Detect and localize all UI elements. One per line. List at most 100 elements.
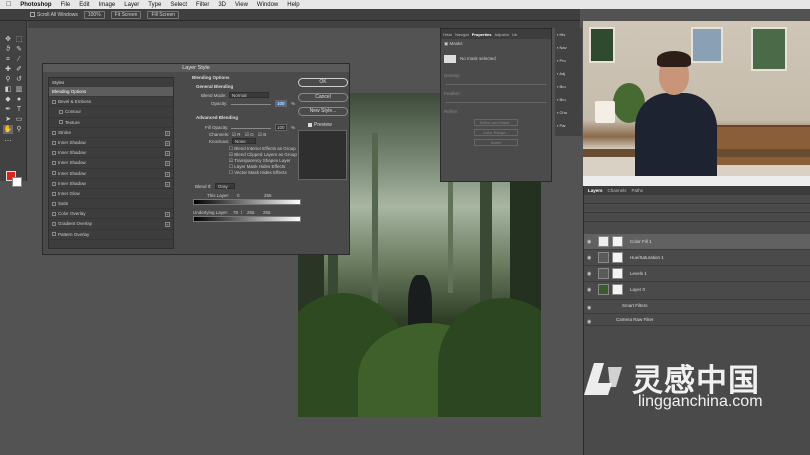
checkbox-icon[interactable] (52, 222, 56, 227)
checkbox-icon[interactable] (59, 120, 63, 125)
apple-icon[interactable]:  (6, 1, 11, 8)
option-vector-mask-hides[interactable]: ☐ Vector Mask Hides Effects (229, 170, 287, 176)
panel-shortcut-7[interactable]: ▪ Par (555, 119, 582, 132)
add-style-icon[interactable]: + (165, 181, 170, 187)
layer-name[interactable]: Layer 0 (630, 287, 645, 292)
checkbox-icon[interactable] (52, 212, 56, 217)
opacity-value-field[interactable]: 100 (275, 100, 287, 107)
color-range-button[interactable]: Color Range... (474, 129, 518, 136)
tab-layers[interactable]: Layers (588, 188, 603, 193)
layer-name[interactable]: Smart Filters (622, 303, 648, 308)
style-item-inner-shadow[interactable]: Inner Shadow + (49, 169, 173, 179)
layer-mask-thumbnail[interactable] (612, 252, 623, 263)
tab-channels[interactable]: Channels (608, 188, 627, 193)
checkbox-icon[interactable] (52, 161, 56, 166)
menu-view[interactable]: View (235, 2, 248, 8)
fill-opacity-value-field[interactable]: 100 (275, 124, 287, 131)
add-style-icon[interactable]: + (165, 222, 170, 228)
add-style-icon[interactable]: + (165, 161, 170, 167)
knockout-select[interactable]: None (232, 138, 256, 144)
fill-screen-button[interactable]: Fill Screen (147, 10, 180, 19)
tab-paths[interactable]: Paths (632, 188, 644, 193)
scroll-all-checkbox[interactable]: Scroll All Windows (30, 12, 78, 18)
panel-shortcut-3[interactable]: ▪ Adj (555, 67, 582, 80)
menu-select[interactable]: Select (170, 2, 187, 8)
tab-navigat[interactable]: Navigat (455, 32, 469, 37)
tab-properties[interactable]: Properties (472, 32, 492, 37)
marquee-tool-icon[interactable]: ⬚ (14, 35, 24, 44)
channel-b-checkbox[interactable]: ☑ B (258, 132, 266, 138)
menu-3d[interactable]: 3D (218, 2, 226, 8)
style-item-blending-options[interactable]: Blending Options (49, 87, 173, 98)
layer-mask-thumbnail[interactable] (612, 236, 623, 247)
new-style-button[interactable]: New Style... (298, 107, 348, 116)
tab-histo[interactable]: Histo (443, 32, 452, 37)
path-select-tool-icon[interactable]: ➤ (3, 115, 13, 124)
style-item-inner-glow[interactable]: Inner Glow (49, 189, 173, 200)
layer-filter-bar[interactable] (584, 195, 810, 204)
layer-row[interactable]: ◉ Levels 1 (584, 266, 810, 282)
panel-shortcut-6[interactable]: ▪ Cha (555, 106, 582, 119)
menu-filter[interactable]: Filter (196, 2, 209, 8)
feather-slider[interactable] (445, 102, 547, 103)
shape-tool-icon[interactable]: ▭ (14, 115, 24, 124)
checkbox-icon[interactable] (52, 150, 56, 155)
checkbox-icon[interactable] (52, 232, 56, 237)
panel-shortcut-5[interactable]: ▪ Bru (555, 93, 582, 106)
menu-window[interactable]: Window (257, 2, 278, 8)
menu-type[interactable]: Type (148, 2, 161, 8)
visibility-eye-icon[interactable]: ◉ (587, 305, 591, 311)
clone-stamp-tool-icon[interactable]: ⚲ (3, 75, 13, 84)
pen-tool-icon[interactable]: ✒ (3, 105, 13, 114)
checkbox-icon[interactable] (52, 140, 56, 145)
background-color-swatch[interactable] (12, 177, 22, 187)
eyedropper-tool-icon[interactable]: ⁄ (14, 55, 24, 64)
this-layer-gradient-slider[interactable] (193, 199, 301, 205)
layer-name[interactable]: Hue/Saturation 1 (630, 255, 664, 260)
document-tab-strip[interactable] (28, 21, 580, 28)
more-tools-icon[interactable]: ⋯ (3, 137, 13, 146)
preview-checkbox[interactable]: Preview (308, 122, 332, 128)
fill-opacity-slider[interactable] (231, 128, 271, 129)
layer-row[interactable]: ◉ Color Fill 1 (584, 234, 810, 250)
tab-lib[interactable]: Lib (512, 32, 517, 37)
lock-fill-bar[interactable] (584, 213, 810, 222)
tab-adjustm[interactable]: Adjustm (494, 32, 508, 37)
add-style-icon[interactable]: + (165, 212, 170, 218)
layer-name[interactable]: Levels 1 (630, 271, 647, 276)
move-tool-icon[interactable]: ✥ (3, 35, 13, 44)
checkbox-icon[interactable] (52, 191, 56, 196)
style-item-satin[interactable]: Satin (49, 199, 173, 210)
fit-screen-button[interactable]: Fit Screen (110, 10, 142, 19)
add-style-icon[interactable]: + (165, 171, 170, 177)
style-item-texture[interactable]: Texture (49, 118, 173, 128)
blend-mode-select[interactable]: Normal (229, 92, 269, 98)
blend-if-select[interactable]: Gray (215, 183, 235, 189)
style-item-inner-shadow[interactable]: Inner Shadow + (49, 158, 173, 169)
visibility-eye-icon[interactable]: ◉ (587, 271, 591, 277)
style-item-gradient-overlay[interactable]: Gradient Overlay + (49, 219, 173, 230)
invert-button[interactable]: Invert (474, 139, 518, 146)
healing-tool-icon[interactable]: ✚ (3, 65, 13, 74)
menu-layer[interactable]: Layer (124, 2, 139, 8)
layer-name[interactable]: Camera Raw Filter (616, 317, 654, 322)
style-item-inner-shadow[interactable]: Inner Shadow + (49, 148, 173, 159)
layer-name[interactable]: Color Fill 1 (630, 239, 652, 244)
zoom-100-button[interactable]: 100% (83, 10, 105, 19)
cancel-button[interactable]: Cancel (298, 93, 348, 102)
style-item-color-overlay[interactable]: Color Overlay + (49, 209, 173, 220)
density-slider[interactable] (445, 84, 547, 85)
style-item-bevel-emboss[interactable]: Bevel & Emboss (49, 97, 173, 108)
menu-app-name[interactable]: Photoshop (20, 2, 51, 8)
underlying-layer-gradient-slider[interactable] (193, 216, 301, 222)
panel-shortcut-4[interactable]: ▪ Bru (555, 80, 582, 93)
checkbox-icon[interactable] (52, 181, 56, 186)
menu-edit[interactable]: Edit (79, 2, 89, 8)
crop-tool-icon[interactable]: ⌗ (3, 55, 13, 64)
layer-row[interactable]: ◉ Camera Raw Filter (584, 314, 810, 326)
visibility-eye-icon[interactable]: ◉ (587, 319, 591, 325)
hand-tool-icon[interactable]: ✋ (3, 125, 13, 134)
panel-shortcut-0[interactable]: ▪ His (555, 28, 582, 41)
add-style-icon[interactable]: + (165, 151, 170, 157)
add-style-icon[interactable]: + (165, 140, 170, 146)
